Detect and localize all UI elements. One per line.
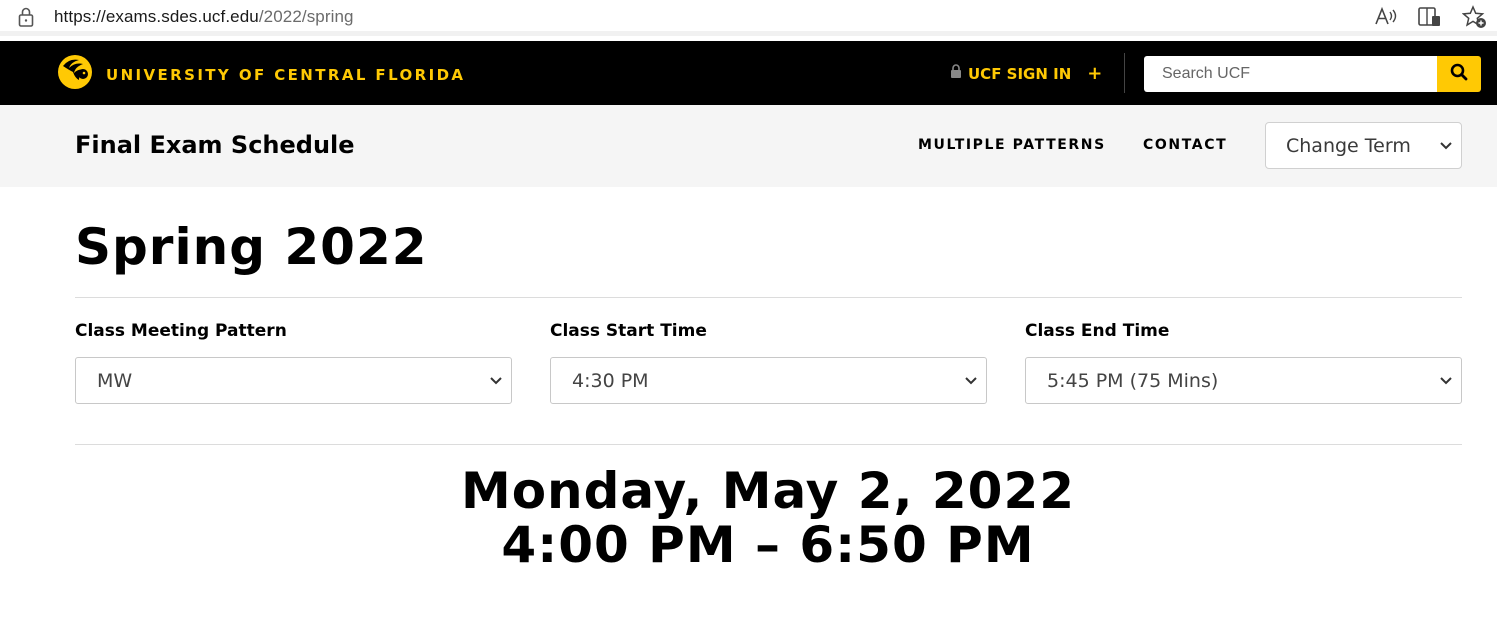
site-title[interactable]: Final Exam Schedule [75,131,355,159]
nav-multiple-patterns[interactable]: MULTIPLE PATTERNS [918,137,1106,153]
chevron-down-icon [1439,372,1453,395]
search-icon [1450,63,1468,85]
ucf-sign-in-link[interactable]: UCF SIGN IN + [950,64,1102,83]
exam-date: Monday, May 2, 2022 [460,462,1076,520]
nav-contact[interactable]: CONTACT [1143,137,1227,153]
browser-address-bar: https://exams.sdes.ucf.edu/2022/spring [0,0,1497,36]
search-input[interactable] [1144,56,1437,92]
ucf-header-bar: UNIVERSITY OF CENTRAL FLORIDA UCF SIGN I… [0,41,1497,105]
header-divider [1124,53,1125,93]
search-button[interactable] [1437,56,1481,92]
divider [75,444,1462,445]
immersive-reader-icon[interactable] [1417,5,1443,29]
start-time-select[interactable]: 4:30 PM [550,357,987,404]
lock-icon[interactable] [17,6,35,32]
signin-label: UCF SIGN IN [968,64,1072,83]
add-favorite-icon[interactable] [1461,5,1488,29]
meeting-pattern-value: MW [97,369,133,392]
exam-time: 4:00 PM – 6:50 PM [501,516,1035,574]
meeting-pattern-select[interactable]: MW [75,357,512,404]
change-term-label: Change Term [1286,134,1411,157]
read-aloud-icon[interactable] [1373,5,1399,29]
chevron-down-icon [1439,137,1453,160]
ucf-wordmark[interactable]: UNIVERSITY OF CENTRAL FLORIDA [106,66,465,84]
end-time-select[interactable]: 5:45 PM (75 Mins) [1025,357,1462,404]
meeting-pattern-label: Class Meeting Pattern [75,321,287,341]
start-time-label: Class Start Time [550,321,707,341]
end-time-label: Class End Time [1025,321,1170,341]
plus-icon: + [1087,63,1103,84]
chevron-down-icon [489,372,503,395]
start-time-value: 4:30 PM [572,369,649,392]
change-term-select[interactable]: Change Term [1265,122,1462,169]
divider [75,297,1462,298]
url-field[interactable]: https://exams.sdes.ucf.edu/2022/spring [54,7,354,27]
term-heading: Spring 2022 [75,218,428,276]
url-path: /2022/spring [258,7,354,26]
end-time-value: 5:45 PM (75 Mins) [1047,369,1219,392]
site-header: Final Exam Schedule MULTIPLE PATTERNS CO… [0,105,1497,187]
lock-icon [950,64,962,83]
ucf-pegasus-logo-icon[interactable] [55,52,95,96]
chevron-down-icon [964,372,978,395]
url-host: https://exams.sdes.ucf.edu [54,7,259,26]
